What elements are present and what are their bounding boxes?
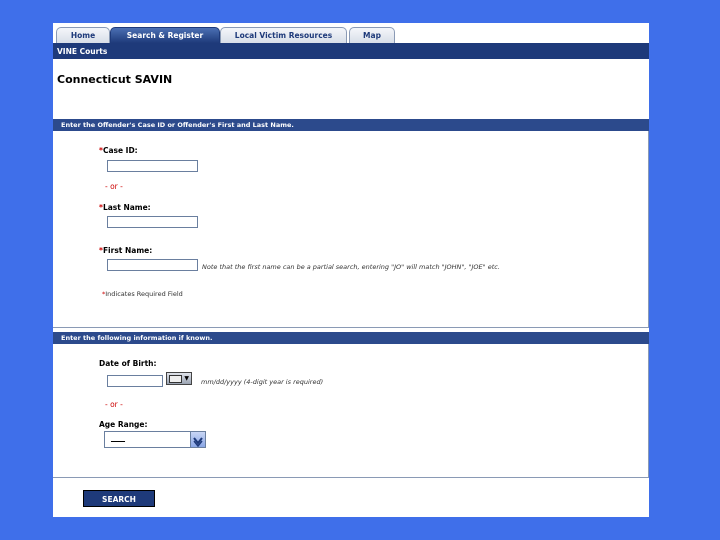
subnav-vine-courts-link[interactable]: VINE Courts <box>57 44 107 59</box>
tab-map[interactable]: Map <box>349 27 395 43</box>
tab-search-register[interactable]: Search & Register <box>110 27 220 43</box>
last-name-input[interactable] <box>107 216 198 228</box>
chevron-down-icon: ▼ <box>184 375 189 382</box>
tab-home[interactable]: Home <box>56 27 110 43</box>
chevron-down-icon <box>193 437 203 448</box>
or-separator: - or - <box>105 182 123 191</box>
or-separator: - or - <box>105 400 123 409</box>
first-name-note: Note that the first name can be a partia… <box>202 263 500 271</box>
case-id-input[interactable] <box>107 160 198 172</box>
page: Home Search & Register Local Victim Reso… <box>53 23 649 517</box>
case-id-label: *Case ID: <box>99 146 138 155</box>
age-range-select[interactable]: ____ <box>104 431 206 448</box>
search-button[interactable]: SEARCH <box>83 490 155 507</box>
tab-local-victim-resources[interactable]: Local Victim Resources <box>220 27 347 43</box>
dob-input[interactable] <box>107 375 163 387</box>
page-title: Connecticut SAVIN <box>57 73 173 86</box>
age-range-value: ____ <box>111 434 125 442</box>
first-name-input[interactable] <box>107 259 198 271</box>
first-name-label: *First Name: <box>99 246 153 255</box>
calendar-icon <box>169 375 182 383</box>
calendar-button[interactable]: ▼ <box>166 372 192 385</box>
required-field-note: *Indicates Required Field <box>102 290 183 298</box>
last-name-label: *Last Name: <box>99 203 151 212</box>
select-arrow[interactable] <box>190 432 205 448</box>
tab-bar: Home Search & Register Local Victim Reso… <box>53 23 649 44</box>
dob-label: Date of Birth: <box>99 359 157 368</box>
dob-format-note: mm/dd/yyyy (4-digit year is required) <box>201 378 324 386</box>
section1-header: Enter the Offender's Case ID or Offender… <box>53 119 649 131</box>
subnav-bar: VINE Courts <box>53 44 649 59</box>
age-range-label: Age Range: <box>99 420 148 429</box>
section2-header: Enter the following information if known… <box>53 332 649 344</box>
